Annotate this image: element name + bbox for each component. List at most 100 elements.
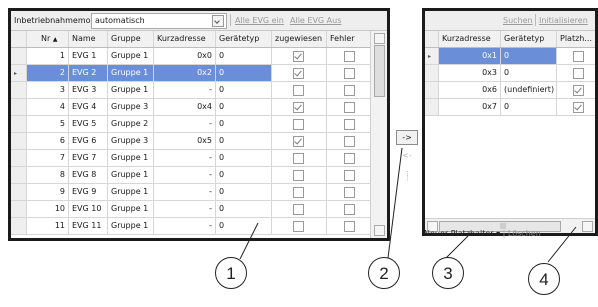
cell-platz [557,65,595,81]
scroll-up-icon[interactable] [374,33,385,44]
checkbox[interactable] [293,85,304,96]
checkbox[interactable] [572,68,584,79]
checkbox[interactable] [344,187,355,198]
checkbox[interactable] [344,170,355,181]
scroll-down-icon[interactable] [374,225,385,236]
checkbox[interactable] [344,68,355,79]
checkbox[interactable] [293,204,304,215]
cell-name: EVG 6 [69,133,108,149]
cell-gruppe: Gruppe 2 [108,116,154,132]
checkbox[interactable] [572,51,584,62]
table-row[interactable]: 9 EVG 9 Gruppe 1-0 [11,184,374,201]
table-row[interactable]: ▸ 0x1 0 [425,48,595,65]
scroll-thumb[interactable] [374,45,385,97]
column-header-geraetetyp[interactable]: Gerätetyp [216,31,272,47]
checkbox[interactable] [293,51,304,62]
checkbox[interactable] [293,187,304,198]
cell-nr: 10 [27,201,69,217]
column-header-gruppe[interactable]: Gruppe [108,31,154,47]
all-off-link[interactable]: Alle EVG Aus [290,16,341,25]
cell-typ: (undefiniert) [501,82,557,98]
vertical-scrollbar[interactable] [370,31,387,238]
table-row[interactable]: 10 EVG 10 Gruppe 1-0 [11,201,374,218]
checkbox[interactable] [344,51,355,62]
delete-button[interactable]: Löschen [508,229,541,238]
device-table: Nr ▲ Name Gruppe Kurzadresse Gerätetyp z… [11,31,374,238]
cell-typ: 0 [216,150,272,166]
table-row[interactable]: 1 EVG 1 Gruppe 1 0x0 0 [11,48,374,65]
checkbox[interactable] [344,85,355,96]
checkbox[interactable] [293,102,304,113]
scroll-right-icon[interactable] [582,221,593,232]
current-row-icon: ▸ [428,53,432,60]
row-header-corner [11,31,27,47]
chevron-down-icon[interactable] [212,15,224,27]
toolbar-divider: | [502,229,506,238]
column-header-geraetetyp[interactable]: Gerätetyp [501,31,557,47]
checkbox[interactable] [344,153,355,164]
checkbox[interactable] [293,153,304,164]
checkbox[interactable] [293,170,304,181]
cell-nr: 7 [27,150,69,166]
row-header [11,82,27,98]
checkbox[interactable] [293,221,304,232]
cell-gruppe: Gruppe 1 [108,201,154,217]
table-row[interactable]: 4 EVG 4 Gruppe 3 0x4 0 [11,99,374,116]
splitter-grip[interactable]: ⋮ ⋮ [404,171,411,192]
cell-zugewiesen [272,82,327,98]
mode-select[interactable]: automatisch [91,13,227,29]
table-row[interactable]: 11 EVG 11 Gruppe 1-0 [11,218,374,235]
cell-platz [557,82,595,98]
column-header-fehler[interactable]: Fehler [327,31,374,47]
checkbox[interactable] [344,119,355,130]
table-row[interactable]: 6 EVG 6 Gruppe 3 0x5 0 [11,133,374,150]
column-header-name[interactable]: Name [69,31,108,47]
cell-typ: 0 [216,201,272,217]
table-row[interactable]: 0x3 0 [425,65,595,82]
table-row[interactable]: 0x7 0 [425,99,595,116]
cell-fehler [327,99,374,115]
row-header-corner [425,31,439,47]
all-on-link[interactable]: Alle EVG ein [235,16,284,25]
checkbox[interactable] [293,136,304,147]
table-row[interactable]: 8 EVG 8 Gruppe 1-0 [11,167,374,184]
initialize-link[interactable]: Initialisieren [539,16,588,25]
cell-typ: 0 [216,184,272,200]
checkbox[interactable] [572,85,584,96]
cell-gruppe: Gruppe 1 [108,65,154,81]
right-toolbar: Suchen Initialisieren [425,11,595,31]
checkbox[interactable] [344,204,355,215]
column-header-kurzadresse[interactable]: Kurzadresse [439,31,501,47]
callout-4: 4 [528,263,560,295]
cell-kurz: - [154,184,216,200]
table-row[interactable]: ▸ 2 EVG 2 Gruppe 1 0x2 0 [11,65,374,82]
cell-fehler [327,150,374,166]
column-header-kurzadresse[interactable]: Kurzadresse [154,31,216,47]
column-header-zugewiesen[interactable]: zugewiesen [272,31,327,47]
row-header [11,99,27,115]
table-row[interactable]: 0x6 (undefiniert) [425,82,595,99]
checkbox[interactable] [572,102,584,113]
search-link[interactable]: Suchen [503,16,533,25]
unassign-button[interactable]: <- [399,151,415,163]
new-placeholder-button[interactable]: Neuer Platzhalter ▾ [424,229,500,238]
checkbox[interactable] [293,119,304,130]
assign-button[interactable]: -> [396,130,418,145]
cell-kurz: 0x5 [154,133,216,149]
cell-zugewiesen [272,184,327,200]
table-row[interactable]: 5 EVG 5 Gruppe 2-0 [11,116,374,133]
column-header-nr[interactable]: Nr ▲ [27,31,69,47]
checkbox[interactable] [344,136,355,147]
table-row[interactable]: 7 EVG 7 Gruppe 1-0 [11,150,374,167]
checkbox[interactable] [293,68,304,79]
checkbox[interactable] [344,102,355,113]
cell-nr: 2 [27,65,69,81]
cell-fehler [327,116,374,132]
cell-nr: 4 [27,99,69,115]
table-row[interactable]: 3 EVG 3 Gruppe 1-0 [11,82,374,99]
column-header-platzhalter[interactable]: Platzh... [557,31,595,47]
cell-kurz: 0x2 [154,65,216,81]
current-row-icon: ▸ [14,70,18,77]
checkbox[interactable] [344,221,355,232]
cell-kurz: 0x0 [154,48,216,64]
